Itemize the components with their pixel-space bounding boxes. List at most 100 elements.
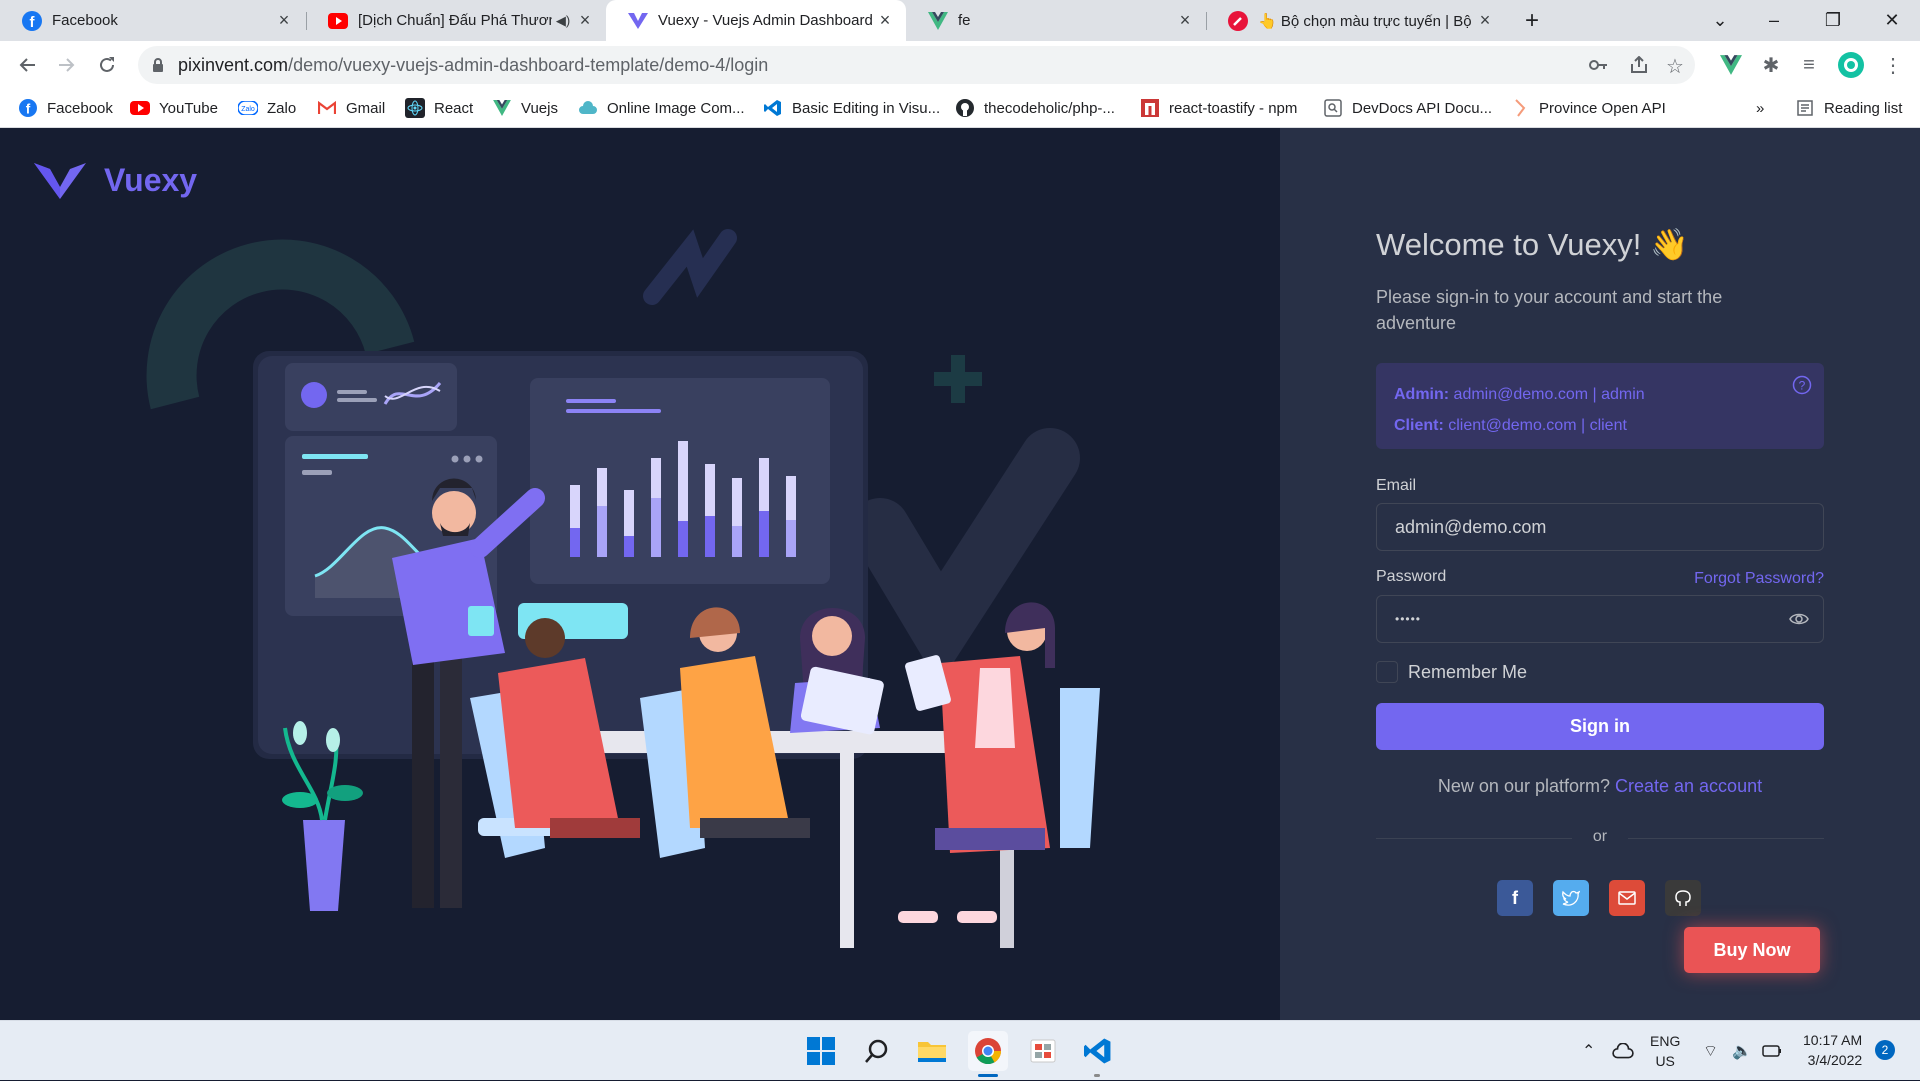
- eye-icon[interactable]: [1789, 609, 1809, 634]
- more-menu-icon[interactable]: ⋮: [1880, 52, 1906, 78]
- bookmark-label: Online Image Com...: [607, 99, 745, 117]
- youtube-icon: [130, 98, 150, 118]
- sign-in-button[interactable]: Sign in: [1376, 703, 1824, 750]
- url-host: pixinvent.com: [178, 54, 289, 75]
- bookmark-react[interactable]: React: [405, 89, 473, 127]
- close-tab-icon[interactable]: ×: [574, 10, 596, 31]
- more-bookmarks-icon[interactable]: »: [1756, 89, 1764, 127]
- bookmark-label: YouTube: [159, 99, 218, 117]
- login-page: Vuexy Welcome to Vuexy! 👋 Please sign-in…: [0, 128, 1920, 1020]
- page-subtitle: Please sign-in to your account and start…: [1376, 287, 1723, 333]
- create-account-link[interactable]: Create an account: [1615, 776, 1762, 796]
- new-tab-plus-icon[interactable]: +: [1504, 0, 1560, 41]
- forward-arrow-icon[interactable]: [50, 49, 82, 81]
- vuexy-logo-icon: [34, 162, 86, 199]
- restore-icon[interactable]: ❐: [1805, 0, 1861, 41]
- language-indicator[interactable]: ENG US: [1650, 1021, 1680, 1081]
- help-circle-icon[interactable]: ?: [1792, 375, 1812, 400]
- speaker-icon[interactable]: ◀): [552, 13, 574, 29]
- tray-overflow-chevron-icon[interactable]: ⌃: [1582, 1021, 1595, 1081]
- facebook-icon: f: [22, 10, 42, 31]
- bookmark-label: Gmail: [346, 99, 386, 117]
- tab-facebook[interactable]: f Facebook ×: [0, 0, 305, 41]
- notification-badge[interactable]: 2: [1875, 1040, 1895, 1060]
- bookmark-label: Vuejs: [521, 99, 558, 117]
- bookmark-facebook[interactable]: f Facebook: [18, 89, 113, 127]
- brand-logo[interactable]: Vuexy: [34, 162, 197, 199]
- close-window-icon[interactable]: ✕: [1864, 0, 1920, 41]
- vue-devtools-icon[interactable]: [1718, 52, 1744, 78]
- share-icon[interactable]: [1630, 55, 1648, 79]
- bookmark-gmail[interactable]: Gmail: [317, 89, 385, 127]
- address-bar[interactable]: pixinvent.com/demo/vuexy-vuejs-admin-das…: [138, 46, 1695, 84]
- close-tab-icon[interactable]: ×: [1174, 10, 1196, 31]
- system-clock[interactable]: 10:17 AM 3/4/2022: [1803, 1030, 1862, 1070]
- github-login-button[interactable]: [1665, 880, 1701, 916]
- tab-search-chevron-icon[interactable]: ⌄: [1692, 0, 1748, 41]
- battery-icon[interactable]: [1762, 1021, 1782, 1081]
- tab-vuexy[interactable]: Vuexy - Vuejs Admin Dashboard ×: [606, 0, 906, 41]
- divider-line: [1628, 838, 1824, 839]
- twitter-login-button[interactable]: [1553, 880, 1589, 916]
- key-icon[interactable]: [1588, 56, 1608, 79]
- search-icon[interactable]: [857, 1031, 897, 1071]
- tab-fe[interactable]: fe ×: [906, 0, 1206, 41]
- bookmark-react-toastify[interactable]: react-toastify - npm: [1140, 89, 1297, 127]
- checkbox-box[interactable]: [1376, 661, 1398, 683]
- extensions-puzzle-icon[interactable]: ✱: [1758, 52, 1784, 78]
- picker-icon: [1228, 10, 1248, 31]
- facebook-icon: f: [18, 98, 38, 118]
- chrome-icon[interactable]: [968, 1031, 1008, 1071]
- reading-list[interactable]: Reading list: [1795, 89, 1902, 127]
- password-field[interactable]: •••••: [1376, 595, 1824, 643]
- profile-avatar[interactable]: [1838, 52, 1864, 78]
- bookmark-github[interactable]: thecodeholic/php-...: [955, 89, 1115, 127]
- bookmark-label: React: [434, 99, 474, 117]
- close-tab-icon[interactable]: ×: [874, 10, 896, 31]
- volume-icon[interactable]: 🔈: [1732, 1021, 1752, 1081]
- bookmark-youtube[interactable]: YouTube: [130, 89, 218, 127]
- new-on-platform-text: New on our platform?: [1437, 776, 1615, 796]
- email-field[interactable]: admin@demo.com: [1376, 503, 1824, 551]
- wifi-icon[interactable]: ⌔: [1703, 1021, 1718, 1081]
- bookmark-basic-editing[interactable]: Basic Editing in Visu...: [763, 89, 940, 127]
- google-mail-login-button[interactable]: [1609, 880, 1645, 916]
- gmail-icon: [317, 98, 337, 118]
- vscode-icon[interactable]: [1078, 1031, 1118, 1071]
- windows-start-icon[interactable]: [801, 1031, 841, 1071]
- reading-list-label: Reading list: [1824, 99, 1903, 117]
- snipping-tool-icon[interactable]: [1023, 1031, 1063, 1071]
- close-tab-icon[interactable]: ×: [273, 10, 295, 31]
- tab-youtube[interactable]: [Dịch Chuẩn] Đấu Phá Thương ◀) ×: [306, 0, 606, 41]
- onedrive-cloud-icon[interactable]: [1612, 1021, 1634, 1081]
- close-tab-icon[interactable]: ×: [1474, 10, 1496, 31]
- mail-icon: [1618, 891, 1636, 905]
- or-divider: or: [1376, 828, 1824, 848]
- bookmark-label: Facebook: [47, 99, 113, 117]
- buy-now-button[interactable]: Buy Now: [1684, 927, 1820, 973]
- illustration-panel: Vuexy: [0, 128, 1280, 1020]
- star-icon[interactable]: ☆: [1666, 54, 1684, 79]
- back-arrow-icon[interactable]: [12, 49, 44, 81]
- language-code: ENG: [1650, 1033, 1681, 1049]
- file-explorer-icon[interactable]: [912, 1031, 952, 1071]
- reading-list-icon: [1795, 98, 1815, 118]
- facebook-login-button[interactable]: f: [1497, 880, 1533, 916]
- bookmark-vuejs[interactable]: Vuejs: [492, 89, 558, 127]
- media-control-icon[interactable]: ≡: [1796, 52, 1822, 78]
- active-app-indicator: [978, 1074, 998, 1077]
- tab-color-picker[interactable]: 👆 Bộ chọn màu trực tuyến | Bộ ×: [1206, 0, 1506, 41]
- bookmark-province-api[interactable]: Province Open API: [1510, 89, 1666, 127]
- bookmark-online-image[interactable]: Online Image Com...: [578, 89, 745, 127]
- minimize-icon[interactable]: –: [1746, 0, 1802, 41]
- facebook-icon: f: [1512, 887, 1518, 908]
- reload-icon[interactable]: [91, 49, 123, 81]
- forgot-password-link[interactable]: Forgot Password?: [1694, 570, 1824, 588]
- bookmark-devdocs[interactable]: DevDocs API Docu...: [1323, 89, 1492, 127]
- brand-name: Vuexy: [104, 162, 198, 198]
- remember-me-checkbox[interactable]: Remember Me: [1376, 661, 1527, 683]
- demo-credentials-alert: Admin: admin@demo.com | admin Client: cl…: [1376, 363, 1824, 449]
- svg-text:?: ?: [1799, 379, 1806, 393]
- bookmark-zalo[interactable]: Zalo Zalo: [238, 89, 296, 127]
- vuexy-icon: [628, 11, 648, 31]
